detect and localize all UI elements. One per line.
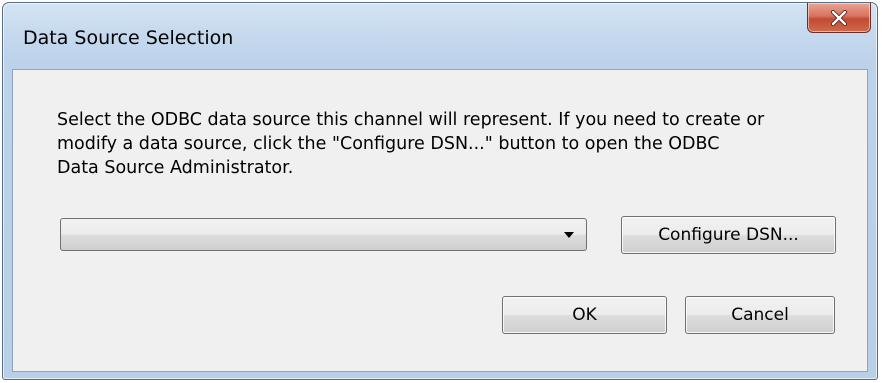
dropdown-arrow-icon (564, 232, 574, 238)
cancel-button[interactable]: Cancel (685, 296, 835, 334)
instructions-line: Data Source Administrator. (57, 158, 294, 178)
instructions-line: modify a data source, click the "Configu… (57, 134, 720, 154)
ok-button[interactable]: OK (502, 296, 667, 334)
close-button[interactable] (807, 3, 871, 33)
title-bar[interactable]: Data Source Selection (3, 3, 877, 69)
close-x-icon (831, 9, 847, 26)
instructions-line: Select the ODBC data source this channel… (57, 110, 765, 130)
dialog-body: Select the ODBC data source this channel… (12, 69, 868, 372)
data-source-dropdown[interactable] (60, 218, 587, 251)
instructions-text: Select the ODBC data source this channel… (57, 108, 857, 180)
dialog-window: Data Source Selection Select the ODBC da… (2, 2, 878, 380)
window-title: Data Source Selection (23, 27, 234, 49)
configure-dsn-button[interactable]: Configure DSN... (621, 216, 836, 254)
